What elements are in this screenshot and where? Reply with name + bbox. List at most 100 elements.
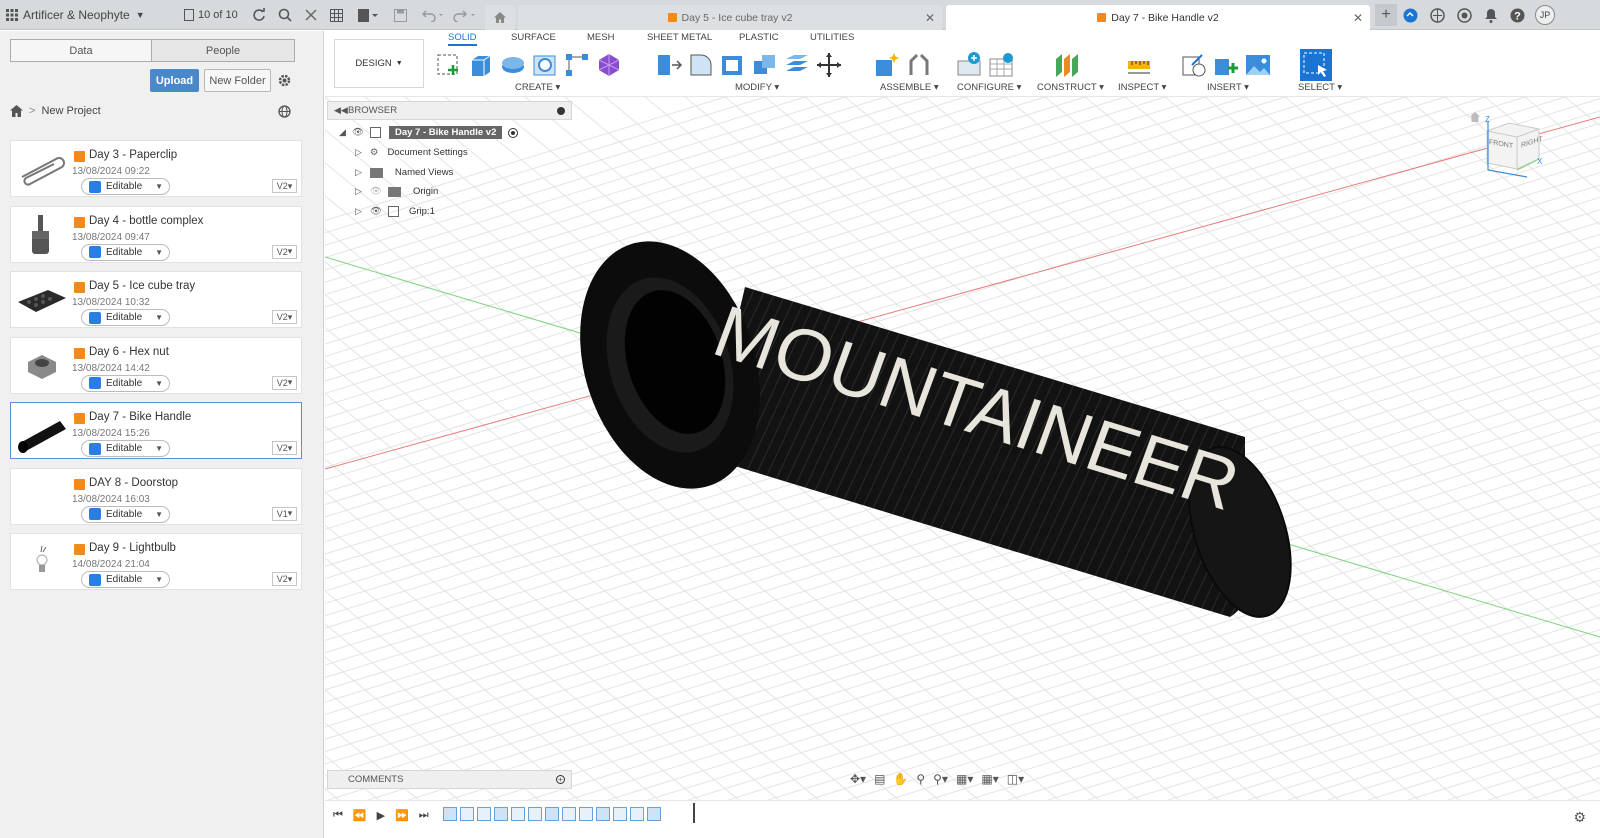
editable-dropdown[interactable]: Editable ▼	[81, 243, 170, 261]
tree-expand-icon[interactable]: ▷	[355, 206, 362, 217]
close-tab-icon[interactable]: ✕	[925, 11, 935, 25]
version-dropdown[interactable]: V2 ▾	[272, 310, 297, 324]
timeline-feature-icon[interactable]	[494, 807, 508, 821]
tree-expand-icon[interactable]: ▷	[355, 167, 362, 178]
settings-gear-icon[interactable]	[277, 73, 292, 91]
tree-expand-icon[interactable]: ▷	[355, 147, 362, 158]
tab-plastic[interactable]: PLASTIC	[739, 32, 779, 43]
form-icon[interactable]	[595, 51, 623, 79]
timeline-feature-icon[interactable]	[528, 807, 542, 821]
file-card[interactable]: Day 6 - Hex nut 13/08/2024 14:42 Editable ▼…	[10, 336, 302, 394]
version-dropdown[interactable]: V2 ▾	[272, 244, 297, 259]
tab-mesh[interactable]: MESH	[587, 32, 614, 43]
job-status-icon[interactable]	[1457, 0, 1472, 30]
root-component-name[interactable]: Day 7 - Bike Handle v2	[388, 126, 503, 139]
browser-item-document-settings[interactable]: ▷ ⚙ Document Settings	[355, 144, 468, 161]
timeline-feature-icon[interactable]	[460, 807, 474, 821]
version-dropdown[interactable]: V2 ▾	[272, 375, 297, 390]
timeline-feature-icon[interactable]	[562, 807, 576, 821]
modify-menu[interactable]: MODIFY ▾	[735, 82, 779, 93]
bike-grip-model[interactable]: MOUNTAINEER	[550, 218, 1310, 630]
visibility-eye-icon[interactable]: 👁	[352, 127, 364, 138]
timeline-feature-icon[interactable]	[630, 807, 644, 821]
browser-pin-icon[interactable]	[557, 106, 565, 115]
breadcrumb-project[interactable]: New Project	[41, 105, 100, 117]
new-component-icon[interactable]	[873, 51, 901, 79]
home-view-icon[interactable]	[1469, 111, 1481, 123]
timeline-feature-icon[interactable]	[511, 807, 525, 821]
comments-panel-header[interactable]: COMMENTS +	[327, 770, 572, 789]
new-folder-button[interactable]: New Folder	[204, 69, 271, 92]
press-pull-icon[interactable]	[655, 51, 683, 79]
file-card[interactable]: DAY 8 - Doorstop 13/08/2024 16:03 Editable…	[10, 467, 302, 525]
browser-item-origin[interactable]: ▷ 👁 Origin	[355, 183, 438, 200]
timeline-feature-icon[interactable]	[596, 807, 610, 821]
view-cube[interactable]: FRONT RIGHT Z X	[1470, 112, 1557, 185]
file-menu-icon[interactable]	[358, 0, 378, 30]
canvas-viewport[interactable]: MOUNTAINEER FRONT RIGHT Z X ◀◀ BROWSER ◢…	[325, 97, 1600, 838]
tab-ice-cube-tray[interactable]: Day 5 - Ice cube tray v2 ✕	[518, 5, 942, 30]
editable-dropdown[interactable]: Editable ▼	[81, 440, 170, 457]
insert-canvas-icon[interactable]	[1244, 51, 1272, 79]
save-icon[interactable]	[394, 0, 407, 30]
workspace-switcher[interactable]: DESIGN ▼	[334, 39, 424, 88]
visibility-eye-icon[interactable]: 👁	[370, 206, 382, 217]
timeline-feature-icon[interactable]	[545, 807, 559, 821]
undo-icon[interactable]	[421, 0, 445, 30]
version-dropdown[interactable]: V1 ▾	[272, 506, 297, 521]
viewports-icon[interactable]: ◫▾	[1007, 772, 1024, 786]
browser-root[interactable]: ◢ 👁 Day 7 - Bike Handle v2	[339, 124, 519, 141]
editable-dropdown[interactable]: Editable ▼	[81, 571, 170, 588]
tab-people[interactable]: People	[151, 39, 295, 62]
user-avatar[interactable]: JP	[1535, 5, 1555, 25]
search-icon[interactable]	[278, 0, 292, 30]
insert-derive-icon[interactable]	[1180, 51, 1208, 79]
close-icon[interactable]	[305, 0, 317, 30]
tab-surface[interactable]: SURFACE	[511, 32, 556, 43]
add-comment-icon[interactable]: +	[556, 775, 565, 784]
timeline-feature-icon[interactable]	[613, 807, 627, 821]
orbit-icon[interactable]: ✥▾	[850, 772, 866, 786]
measure-icon[interactable]	[1125, 51, 1153, 79]
offset-plane-icon[interactable]	[1052, 51, 1080, 79]
create-sketch-icon[interactable]	[435, 51, 463, 79]
activate-radio-icon[interactable]	[508, 127, 519, 138]
create-menu[interactable]: CREATE ▾	[515, 82, 560, 93]
go-to-start-icon[interactable]: ⏮	[333, 809, 343, 822]
version-dropdown[interactable]: V2 ▾	[272, 441, 297, 455]
offset-face-icon[interactable]	[783, 51, 811, 79]
fit-zoom-icon[interactable]: ⚲▾	[933, 772, 948, 786]
inspect-menu[interactable]: INSPECT ▾	[1118, 82, 1166, 93]
assemble-menu[interactable]: ASSEMBLE ▾	[880, 82, 939, 93]
timeline-feature-icon[interactable]	[647, 807, 661, 821]
look-at-icon[interactable]: ▤	[874, 772, 885, 786]
new-tab-button[interactable]: +	[1375, 4, 1397, 26]
file-card[interactable]: Day 7 - Bike Handle 13/08/2024 15:26 Edita…	[10, 402, 302, 459]
joint-icon[interactable]	[905, 51, 933, 79]
timeline-marker[interactable]	[693, 803, 695, 823]
insert-component-icon[interactable]	[1212, 51, 1240, 79]
extensions-icon[interactable]	[1403, 0, 1418, 30]
redo-icon[interactable]	[453, 0, 477, 30]
tree-expand-icon[interactable]: ▷	[355, 186, 362, 197]
browser-item-named-views[interactable]: ▷ Named Views	[355, 164, 453, 181]
timeline-feature-icon[interactable]	[477, 807, 491, 821]
home-tab[interactable]	[485, 5, 515, 30]
editable-dropdown[interactable]: Editable ▼	[81, 505, 170, 523]
extrude-icon[interactable]	[467, 51, 495, 79]
help-icon[interactable]: ?	[1510, 0, 1525, 30]
display-settings-icon[interactable]: ▦▾	[956, 772, 973, 786]
file-card[interactable]: Day 3 - Paperclip 13/08/2024 09:22 Editabl…	[10, 140, 302, 197]
hole-icon[interactable]	[531, 51, 559, 79]
team-switcher[interactable]: Artificer & Neophyte ▼	[23, 0, 145, 30]
file-card[interactable]: Day 9 - Lightbulb 14/08/2024 21:04 Editabl…	[10, 533, 302, 590]
construct-menu[interactable]: CONSTRUCT ▾	[1037, 82, 1104, 93]
refresh-icon[interactable]	[252, 0, 266, 30]
revolve-icon[interactable]	[499, 51, 527, 79]
tab-data[interactable]: Data	[10, 39, 152, 62]
close-tab-icon[interactable]: ✕	[1353, 11, 1363, 25]
browser-panel-header[interactable]: ◀◀ BROWSER	[327, 101, 572, 120]
move-icon[interactable]	[815, 51, 843, 79]
configure-menu[interactable]: CONFIGURE ▾	[957, 82, 1021, 93]
version-dropdown[interactable]: V2 ▾	[272, 179, 297, 193]
